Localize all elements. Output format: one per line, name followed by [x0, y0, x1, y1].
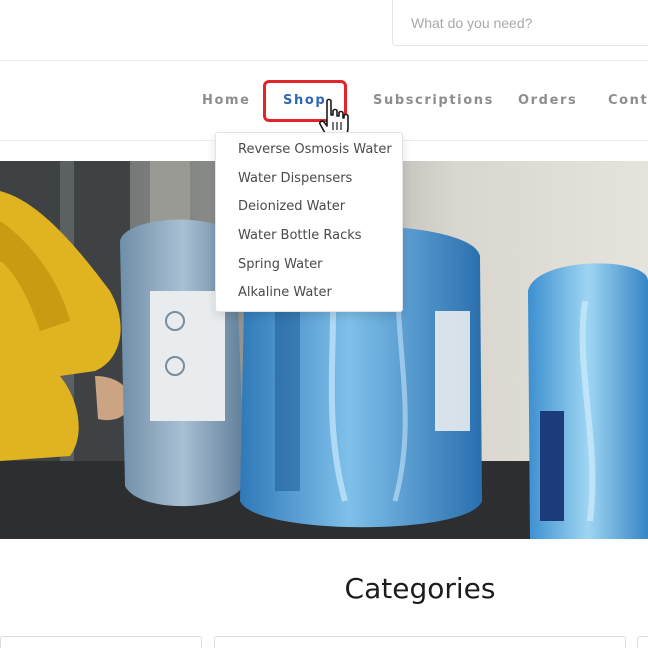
- category-card[interactable]: [637, 636, 648, 648]
- shop-dropdown-menu: Reverse Osmosis Water Water Dispensers D…: [215, 132, 403, 312]
- nav-item-contact[interactable]: Conta: [608, 93, 648, 108]
- categories-heading: Categories: [344, 572, 496, 605]
- menu-item-water-dispensers[interactable]: Water Dispensers: [238, 171, 352, 186]
- category-card[interactable]: [214, 636, 626, 648]
- page: Home Shop Subscriptions Orders Conta: [0, 0, 648, 648]
- nav-item-subscriptions[interactable]: Subscriptions: [373, 93, 494, 108]
- top-bar: [0, 0, 648, 60]
- search-input[interactable]: [392, 0, 648, 46]
- menu-item-reverse-osmosis-water[interactable]: Reverse Osmosis Water: [238, 142, 392, 157]
- menu-item-water-bottle-racks[interactable]: Water Bottle Racks: [238, 228, 362, 243]
- nav-item-orders[interactable]: Orders: [518, 93, 577, 108]
- menu-item-deionized-water[interactable]: Deionized Water: [238, 199, 345, 214]
- nav-item-home[interactable]: Home: [202, 93, 251, 108]
- category-card[interactable]: [0, 636, 202, 648]
- menu-item-spring-water[interactable]: Spring Water: [238, 257, 323, 272]
- menu-item-alkaline-water[interactable]: Alkaline Water: [238, 285, 332, 300]
